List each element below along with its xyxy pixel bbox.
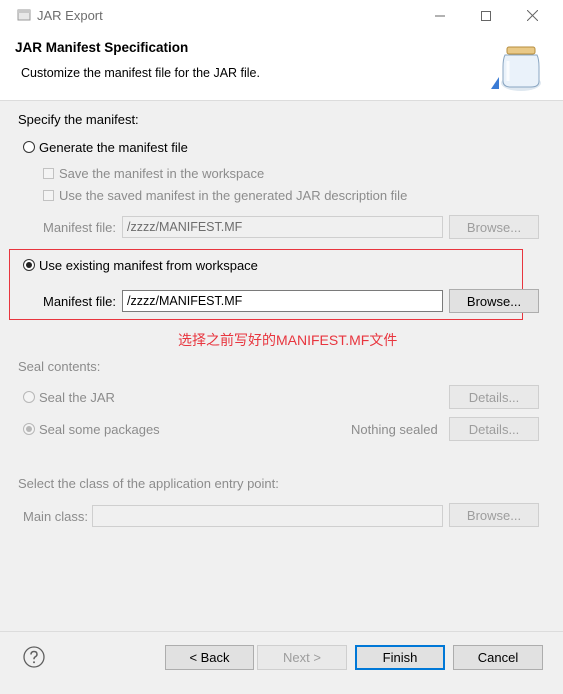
close-button[interactable] (509, 0, 555, 31)
page-title: JAR Manifest Specification (15, 40, 189, 55)
generate-radio-circle[interactable] (23, 141, 35, 153)
specify-manifest-label: Specify the manifest: (18, 112, 139, 127)
save-manifest-box[interactable] (43, 168, 54, 179)
save-manifest-label: Save the manifest in the workspace (59, 166, 265, 181)
minimize-button[interactable] (417, 0, 463, 31)
use-existing-manifest-radio[interactable]: Use existing manifest from workspace (23, 258, 273, 274)
title-bar: JAR Export (0, 0, 563, 31)
existing-radio-circle[interactable] (23, 259, 35, 271)
help-icon[interactable] (23, 646, 45, 668)
main-class-browse-button[interactable]: Browse... (449, 503, 539, 527)
seal-status-text: Nothing sealed (351, 422, 438, 437)
use-saved-manifest-label: Use the saved manifest in the generated … (59, 188, 408, 203)
annotation-text: 选择之前写好的MANIFEST.MF文件 (178, 332, 398, 348)
generate-manifest-radio[interactable]: Generate the manifest file (23, 140, 193, 156)
seal-jar-radio[interactable]: Seal the JAR (23, 390, 163, 406)
minimize-icon (435, 15, 445, 16)
maximize-button[interactable] (463, 0, 509, 31)
close-icon (526, 10, 538, 21)
use-existing-manifest-label: Use existing manifest from workspace (39, 258, 258, 273)
seal-contents-label: Seal contents: (18, 359, 101, 374)
seal-some-radio-circle[interactable] (23, 423, 35, 435)
main-class-label: Main class: (23, 509, 89, 524)
generate-manifest-file-field[interactable]: /zzzz/MANIFEST.MF (122, 216, 443, 238)
existing-manifest-file-field[interactable]: /zzzz/MANIFEST.MF (122, 290, 443, 312)
wizard-header: JAR Manifest Specification Customize the… (0, 31, 563, 101)
generate-manifest-file-label: Manifest file: (43, 220, 116, 235)
window-title: JAR Export (37, 8, 103, 23)
save-manifest-checkbox[interactable]: Save the manifest in the workspace (43, 166, 273, 182)
radio-selected-dot (26, 426, 32, 432)
next-button[interactable]: Next > (257, 645, 347, 670)
existing-manifest-file-label: Manifest file: (43, 294, 116, 309)
main-class-field[interactable] (92, 505, 443, 527)
radio-selected-dot (26, 262, 32, 268)
generate-manifest-label: Generate the manifest file (39, 140, 188, 155)
finish-button[interactable]: Finish (355, 645, 445, 670)
jar-icon (487, 39, 547, 95)
seal-some-packages-label: Seal some packages (39, 422, 160, 437)
back-button[interactable]: < Back (165, 645, 254, 670)
maximize-icon (481, 10, 491, 21)
use-saved-manifest-checkbox[interactable]: Use the saved manifest in the generated … (43, 188, 413, 204)
seal-some-packages-radio[interactable]: Seal some packages (23, 422, 193, 438)
seal-jar-label: Seal the JAR (39, 390, 115, 405)
eclipse-window-icon (17, 9, 31, 21)
cancel-button[interactable]: Cancel (453, 645, 543, 670)
use-saved-manifest-box[interactable] (43, 190, 54, 201)
seal-jar-details-button[interactable]: Details... (449, 385, 539, 409)
seal-jar-radio-circle[interactable] (23, 391, 35, 403)
page-description: Customize the manifest file for the JAR … (21, 66, 260, 80)
entry-point-label: Select the class of the application entr… (18, 476, 279, 491)
existing-manifest-browse-button[interactable]: Browse... (449, 289, 539, 313)
generate-manifest-browse-button[interactable]: Browse... (449, 215, 539, 239)
seal-packages-details-button[interactable]: Details... (449, 417, 539, 441)
